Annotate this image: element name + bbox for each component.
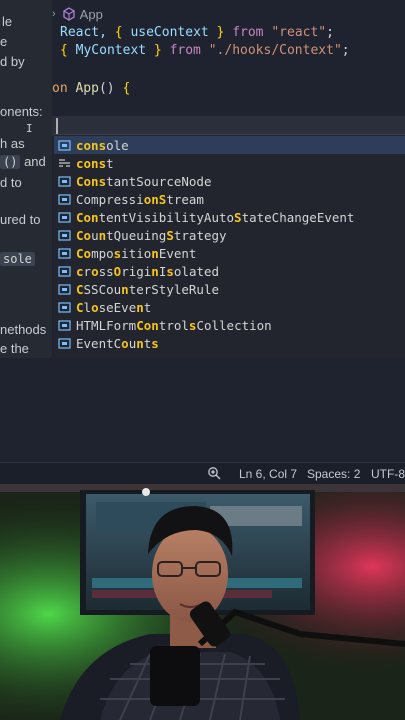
mouse-cursor-icon: I xyxy=(26,122,33,135)
method-icon xyxy=(57,193,71,205)
code-line: on App() { xyxy=(52,81,131,96)
suggestion-item[interactable]: cons ole xyxy=(54,136,405,154)
suggestion-item[interactable]: HTMLForm Con trol s Collection xyxy=(54,316,405,334)
method-icon xyxy=(57,211,71,223)
suggestion-item[interactable]: C SSCou n terStyleRule xyxy=(54,280,405,298)
suggestion-item[interactable]: c r o ss Origi n Is olated xyxy=(54,262,405,280)
doc-text: d by xyxy=(0,54,25,69)
method-icon xyxy=(57,139,71,151)
chevron-right-icon: › xyxy=(52,8,56,20)
suggestion-item[interactable]: EventC o u n t s xyxy=(54,334,405,352)
doc-text: h as xyxy=(0,136,25,151)
keyword-icon xyxy=(57,157,71,169)
component-icon xyxy=(62,7,76,21)
method-icon xyxy=(57,301,71,313)
doc-text: ured to xyxy=(0,212,41,227)
code-line: { MyContext } from "./hooks/Context"; xyxy=(60,43,350,58)
suggestion-item[interactable]: Cl o seEve n t xyxy=(54,298,405,316)
suggestion-item[interactable]: Co u n tQueuing Strategy xyxy=(54,226,405,244)
indentation[interactable]: Spaces: 2 xyxy=(307,467,360,481)
method-icon xyxy=(57,337,71,349)
doc-text: e xyxy=(0,34,8,49)
suggestion-item[interactable]: Compressi onS tream xyxy=(54,190,405,208)
method-icon xyxy=(57,247,71,259)
method-icon xyxy=(57,175,71,187)
cursor-position[interactable]: Ln 6, Col 7 xyxy=(239,467,297,481)
doc-text: le xyxy=(2,14,13,29)
breadcrumb-file[interactable]: App xyxy=(80,7,103,22)
editor-empty-area xyxy=(0,358,405,462)
doc-code-snippet: sole xyxy=(0,251,35,266)
doc-code-snippet: () and xyxy=(0,154,46,169)
current-line-highlight xyxy=(52,116,405,136)
suggestion-item[interactable]: Cons tantSourceNode xyxy=(54,172,405,190)
suggestion-item[interactable]: Co mpo s itio n Event xyxy=(54,244,405,262)
encoding[interactable]: UTF-8 xyxy=(371,467,405,481)
text-caret xyxy=(56,118,58,134)
autocomplete-suggestions[interactable]: cons ole cons t Cons tantSourceNode Compres… xyxy=(54,134,405,359)
status-bar: Ln 6, Col 7 Spaces: 2 UTF-8 xyxy=(0,462,405,485)
code-line: React, { useContext } from "react"; xyxy=(60,25,334,40)
method-icon xyxy=(57,319,71,331)
doc-text: onents: xyxy=(0,104,43,119)
doc-text: d to xyxy=(0,175,22,190)
breadcrumb[interactable]: › App xyxy=(52,4,103,24)
suggestion-item[interactable]: cons t xyxy=(54,154,405,172)
suggestion-item[interactable]: Con tentVisibilityAuto StateChangeEvent xyxy=(54,208,405,226)
webcam-video xyxy=(0,484,405,720)
zoom-icon[interactable] xyxy=(207,466,221,483)
method-icon xyxy=(57,229,71,241)
doc-text: nethods xyxy=(0,322,47,337)
doc-text: e the xyxy=(0,341,29,356)
method-icon xyxy=(57,283,71,295)
method-icon xyxy=(57,265,71,277)
